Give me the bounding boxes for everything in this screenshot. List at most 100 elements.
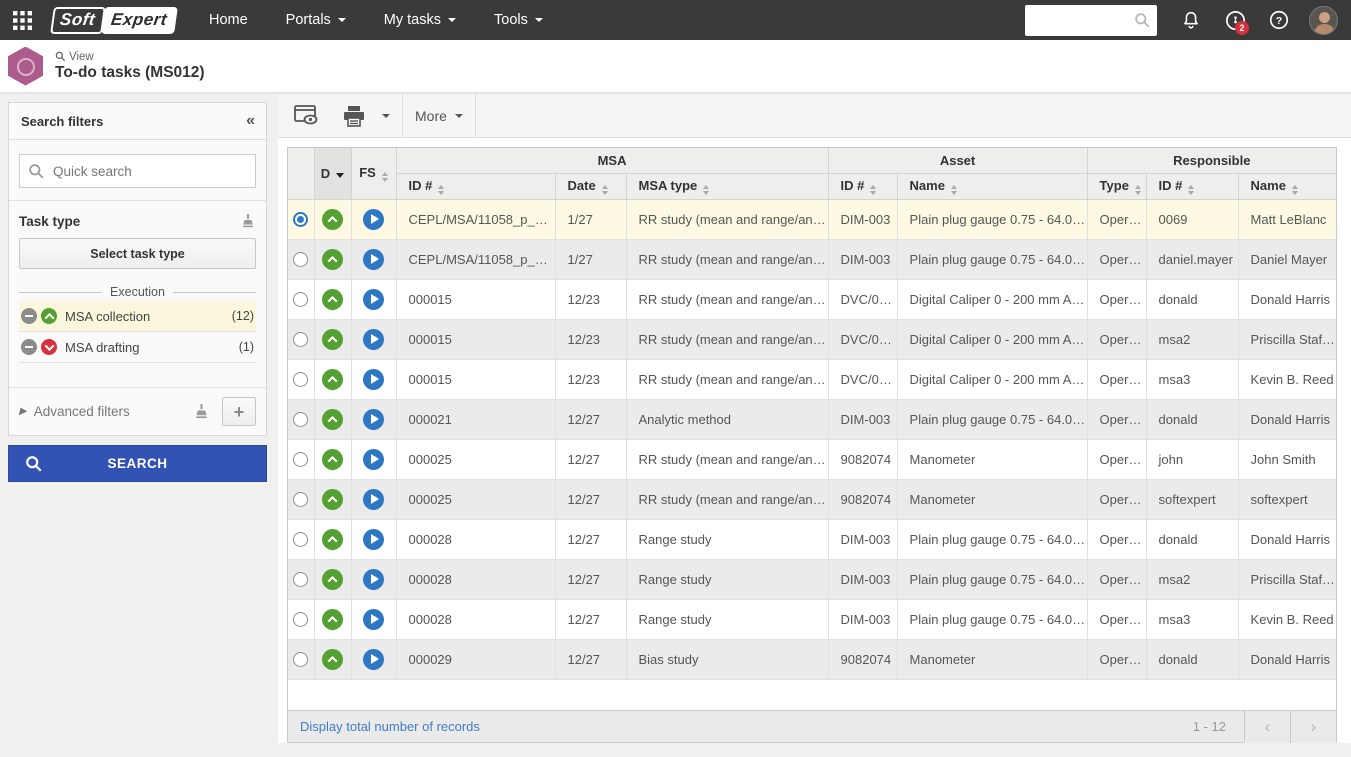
cell-resp-name: Kevin B. Reed	[1238, 599, 1336, 639]
row-radio-button[interactable]	[293, 332, 308, 347]
row-radio-button[interactable]	[293, 492, 308, 507]
column-header-msa-type[interactable]: MSA type	[626, 173, 828, 199]
column-header-msa-id[interactable]: ID #	[396, 173, 555, 199]
row-radio-button[interactable]	[293, 212, 308, 227]
quick-search-input[interactable]	[20, 155, 255, 187]
menu-my-tasks[interactable]: My tasks	[365, 0, 475, 40]
cell-msa-type: RR study (mean and range/anova)	[626, 319, 828, 359]
cell-resp-name: Priscilla Staffsen	[1238, 559, 1336, 599]
table-row[interactable]: 000021 12/27 Analytic method DIM-003 Pla…	[288, 399, 1336, 439]
table-row[interactable]: 000028 12/27 Range study DIM-003 Plain p…	[288, 559, 1336, 599]
cell-asset-name: Plain plug gauge 0.75 - 64.0 mm	[897, 199, 1087, 239]
column-header-date[interactable]: Date	[555, 173, 626, 199]
row-radio-button[interactable]	[293, 372, 308, 387]
select-task-type-button[interactable]: Select task type	[19, 238, 256, 269]
row-radio-button[interactable]	[293, 412, 308, 427]
print-icon[interactable]	[330, 94, 370, 138]
row-radio-button[interactable]	[293, 612, 308, 627]
sidebar-title: Search filters	[21, 114, 103, 129]
sort-icon	[382, 172, 388, 182]
cell-resp-type: Operator	[1087, 599, 1146, 639]
task-item-msa-collection[interactable]: MSA collection (12)	[19, 301, 256, 332]
execute-task-icon[interactable]	[363, 289, 384, 310]
cell-date: 12/23	[555, 359, 626, 399]
execute-task-icon[interactable]	[363, 449, 384, 470]
row-radio-button[interactable]	[293, 572, 308, 587]
execute-task-icon[interactable]	[363, 489, 384, 510]
table-row[interactable]: 000029 12/27 Bias study 9082074 Manomete…	[288, 639, 1336, 679]
execute-task-icon[interactable]	[363, 409, 384, 430]
on-time-status-icon	[41, 308, 57, 324]
next-page-icon[interactable]: ›	[1290, 711, 1336, 743]
cell-resp-id: donald	[1146, 279, 1238, 319]
table-row[interactable]: CEPL/MSA/11058_p_02_2 1/27 RR study (mea…	[288, 239, 1336, 279]
column-header-deadline[interactable]: D	[314, 148, 351, 199]
execute-task-icon[interactable]	[363, 369, 384, 390]
table-row[interactable]: 000028 12/27 Range study DIM-003 Plain p…	[288, 599, 1336, 639]
search-button[interactable]: SEARCH	[8, 445, 267, 482]
pending-tasks-gauge-icon[interactable]: 2	[1213, 0, 1257, 40]
view-data-icon[interactable]	[278, 94, 330, 138]
cell-msa-type: Range study	[626, 519, 828, 559]
print-options-dropdown[interactable]	[370, 94, 402, 138]
column-header-asset-name[interactable]: Name	[897, 173, 1087, 199]
execute-task-icon[interactable]	[363, 329, 384, 350]
row-radio-button[interactable]	[293, 532, 308, 547]
column-header-asset-id[interactable]: ID #	[828, 173, 897, 199]
table-row[interactable]: 000028 12/27 Range study DIM-003 Plain p…	[288, 519, 1336, 559]
add-filter-button[interactable]: +	[222, 397, 256, 426]
cell-date: 12/27	[555, 519, 626, 559]
execute-task-icon[interactable]	[363, 529, 384, 550]
column-header-resp-id[interactable]: ID #	[1146, 173, 1238, 199]
cell-msa-id: 000021	[396, 399, 555, 439]
cell-date: 12/27	[555, 479, 626, 519]
notifications-bell-icon[interactable]	[1169, 0, 1213, 40]
softexpert-logo[interactable]: Soft Expert	[50, 7, 178, 34]
row-radio-button[interactable]	[293, 652, 308, 667]
cell-asset-name: Plain plug gauge 0.75 - 64.0 mm	[897, 399, 1087, 439]
column-header-resp-type[interactable]: Type	[1087, 173, 1146, 199]
cell-asset-name: Manometer	[897, 639, 1087, 679]
column-header-resp-name[interactable]: Name	[1238, 173, 1336, 199]
row-radio-button[interactable]	[293, 452, 308, 467]
clear-filters-icon[interactable]	[193, 403, 210, 420]
execute-task-icon[interactable]	[363, 649, 384, 670]
menu-portals[interactable]: Portals	[267, 0, 365, 40]
sort-icon	[951, 185, 957, 195]
menu-home[interactable]: Home	[190, 0, 267, 40]
table-row[interactable]: 000015 12/23 RR study (mean and range/an…	[288, 279, 1336, 319]
table-row[interactable]: 000015 12/23 RR study (mean and range/an…	[288, 359, 1336, 399]
execute-task-icon[interactable]	[363, 209, 384, 230]
menu-tools[interactable]: Tools	[475, 0, 562, 40]
deadline-status-icon	[322, 289, 343, 310]
table-row[interactable]: 000015 12/23 RR study (mean and range/an…	[288, 319, 1336, 359]
clear-task-type-icon[interactable]	[240, 213, 256, 229]
cell-msa-id: 000028	[396, 599, 555, 639]
cell-resp-name: Matt LeBlanc	[1238, 199, 1336, 239]
advanced-filters-toggle[interactable]: Advanced filters	[34, 404, 193, 419]
user-avatar[interactable]	[1301, 0, 1345, 40]
cell-msa-type: Bias study	[626, 639, 828, 679]
previous-page-icon[interactable]: ‹	[1244, 711, 1290, 743]
execute-task-icon[interactable]	[363, 249, 384, 270]
table-row[interactable]: 000025 12/27 RR study (mean and range/an…	[288, 479, 1336, 519]
column-header-fs[interactable]: FS	[351, 148, 396, 199]
execute-task-icon[interactable]	[363, 609, 384, 630]
display-total-records-link[interactable]: Display total number of records	[300, 719, 480, 734]
execute-task-icon[interactable]	[363, 569, 384, 590]
task-item-msa-drafting[interactable]: MSA drafting (1)	[19, 332, 256, 363]
collapse-sidebar-icon[interactable]	[246, 112, 254, 130]
table-row[interactable]: 000025 12/27 RR study (mean and range/an…	[288, 439, 1336, 479]
help-icon[interactable]: ?	[1257, 0, 1301, 40]
cell-msa-type: Range study	[626, 559, 828, 599]
page-header: View To-do tasks (MS012)	[0, 40, 1351, 94]
cell-asset-name: Plain plug gauge 0.75 - 64.0 mm	[897, 519, 1087, 559]
results-area: More D	[278, 94, 1351, 743]
table-row[interactable]: CEPL/MSA/11058_p_02_2 1/27 RR study (mea…	[288, 199, 1336, 239]
more-actions-button[interactable]: More	[403, 94, 475, 138]
row-radio-button[interactable]	[293, 292, 308, 307]
results-toolbar: More	[278, 94, 1351, 138]
logo-expert-text: Expert	[101, 7, 178, 34]
row-radio-button[interactable]	[293, 252, 308, 267]
apps-grid-icon[interactable]	[0, 0, 44, 40]
